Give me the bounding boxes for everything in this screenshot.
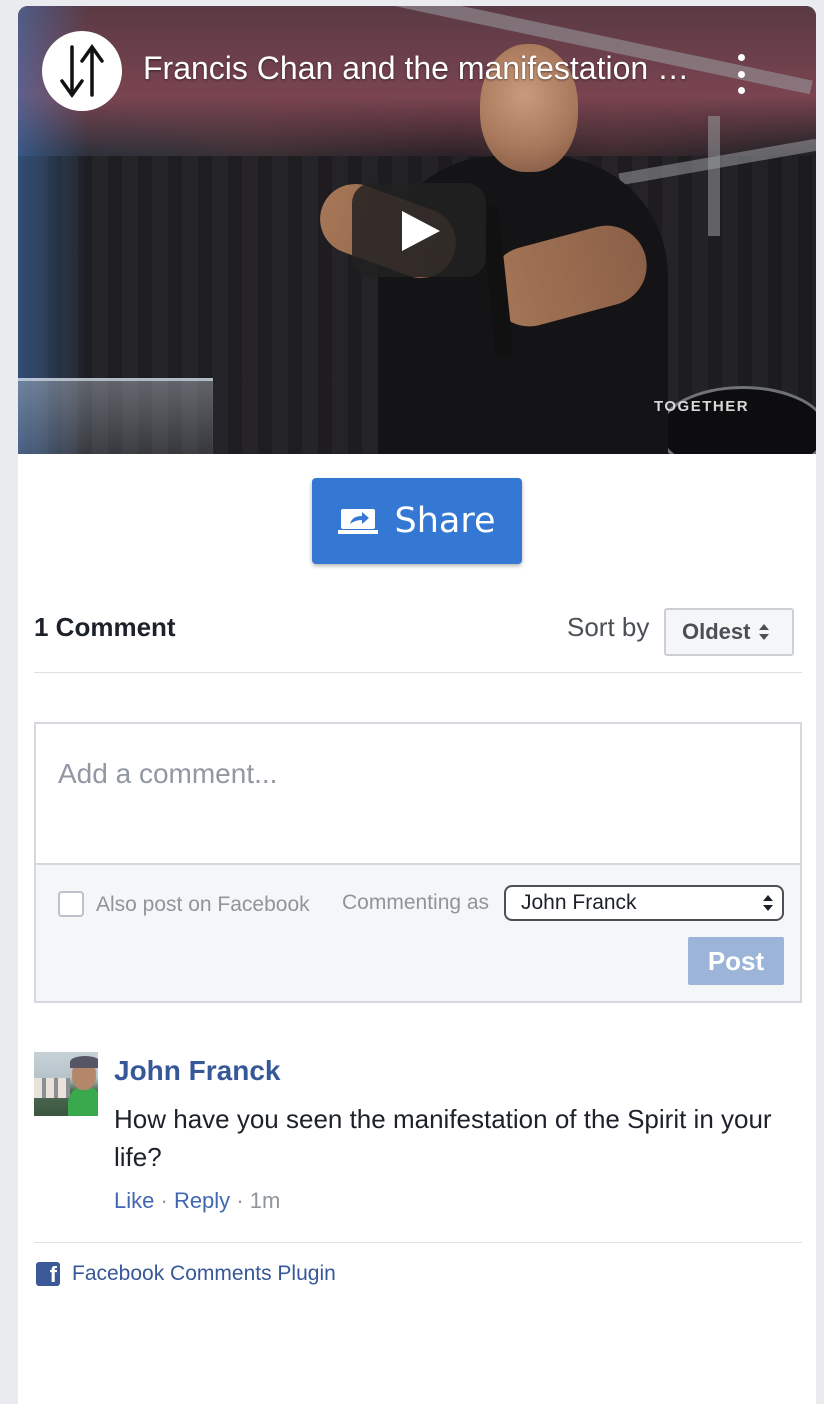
post-button[interactable]: Post xyxy=(688,937,784,985)
comment-input[interactable] xyxy=(36,724,800,865)
stage-sign: TOGETHER xyxy=(654,398,750,415)
composer-footer: Also post on Facebook Commenting as John… xyxy=(36,865,800,1001)
like-link[interactable]: Like xyxy=(114,1188,154,1213)
share-arrow-icon xyxy=(338,509,379,534)
avatar[interactable] xyxy=(34,1052,98,1116)
comment-composer: Also post on Facebook Commenting as John… xyxy=(34,722,802,1003)
play-icon xyxy=(402,211,440,251)
facebook-plugin-link[interactable]: Facebook Comments Plugin xyxy=(72,1262,336,1286)
also-post-label[interactable]: Also post on Facebook xyxy=(96,893,310,917)
sort-arrows-icon xyxy=(759,624,770,640)
embed-card: TOGETHER Francis Chan and the manifestat… xyxy=(18,6,816,1404)
comment-actions: Like · Reply · 1m xyxy=(114,1188,281,1213)
divider xyxy=(34,1242,802,1243)
sort-select[interactable]: Oldest xyxy=(664,608,794,656)
comment-count: 1 Comment xyxy=(34,612,176,642)
commenting-as-select[interactable]: John Franck xyxy=(504,885,784,921)
share-button[interactable]: Share xyxy=(312,478,522,564)
plugin-footer: f Facebook Comments Plugin xyxy=(36,1262,336,1287)
comment-text: How have you seen the manifestation of t… xyxy=(114,1104,772,1172)
share-label: Share xyxy=(394,501,496,541)
sort-value: Oldest xyxy=(682,619,751,644)
channel-logo[interactable] xyxy=(42,31,122,111)
facebook-icon: f xyxy=(36,1262,60,1287)
video-player[interactable]: TOGETHER Francis Chan and the manifestat… xyxy=(18,6,816,454)
comment-timestamp[interactable]: 1m xyxy=(250,1188,281,1213)
video-title[interactable]: Francis Chan and the manifestation of th… xyxy=(143,50,703,87)
up-down-arrows-icon xyxy=(60,43,104,99)
select-arrows-icon xyxy=(763,895,773,911)
kebab-menu-icon[interactable] xyxy=(730,54,752,94)
also-post-checkbox[interactable] xyxy=(58,891,84,917)
sort-by-label: Sort by xyxy=(567,612,650,642)
comment-author[interactable]: John Franck xyxy=(114,1055,280,1087)
podium xyxy=(18,378,213,454)
commenting-as-value: John Franck xyxy=(521,891,637,914)
commenting-as-label: Commenting as xyxy=(342,891,490,914)
reply-link[interactable]: Reply xyxy=(174,1188,230,1213)
play-button[interactable] xyxy=(352,183,486,277)
divider xyxy=(34,672,802,673)
